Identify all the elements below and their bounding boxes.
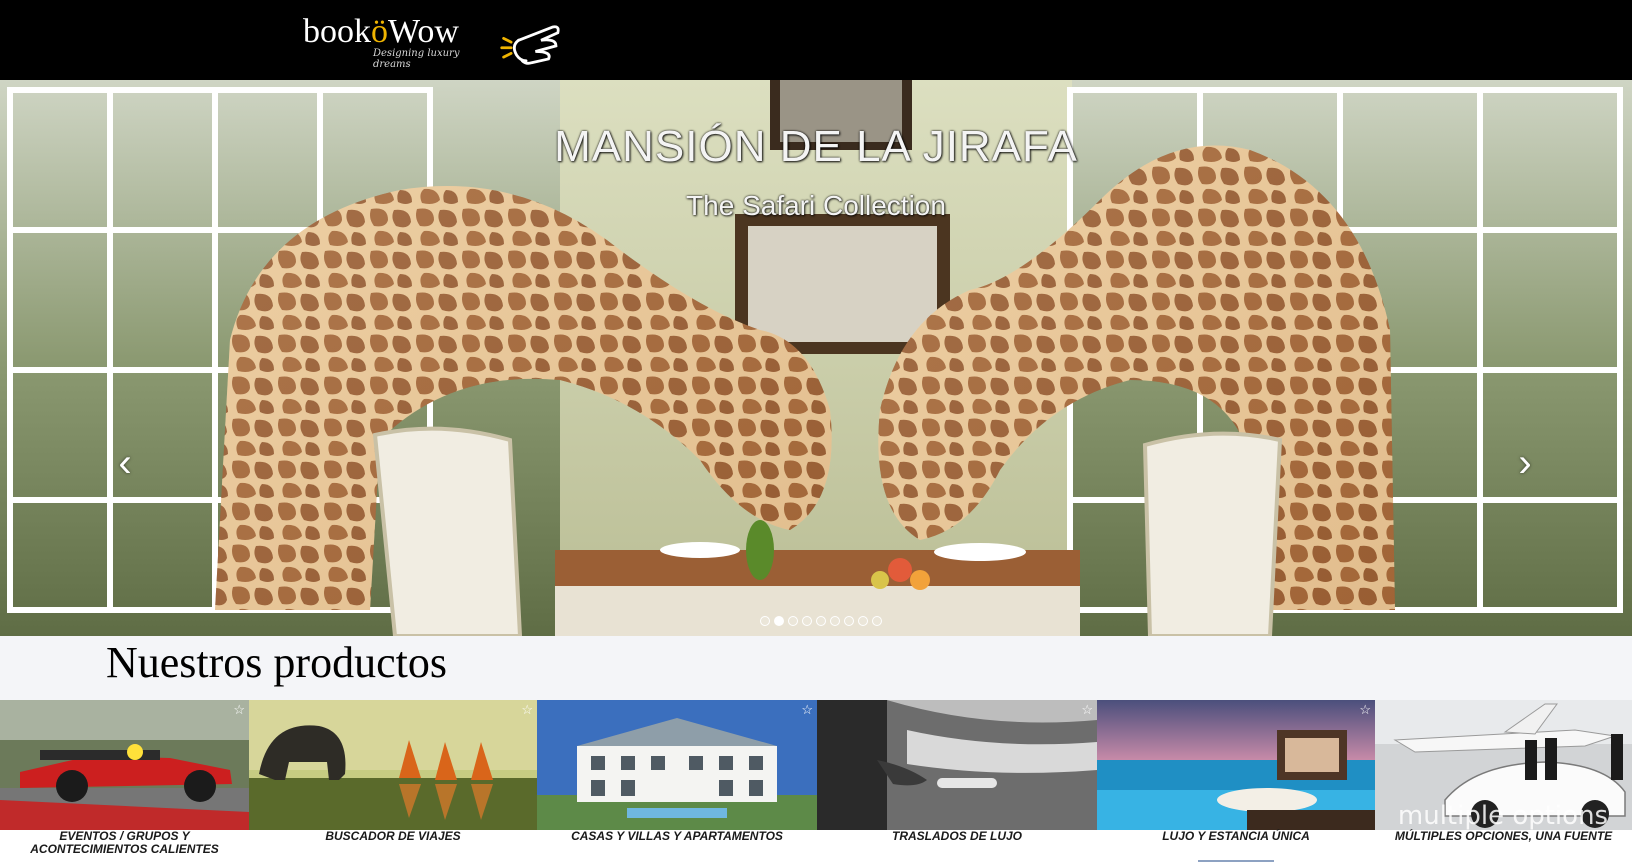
product-label: TRASLADOS DE LUJO: [891, 829, 1022, 843]
favorite-star-icon[interactable]: ☆: [1081, 703, 1093, 716]
villa-image: [537, 700, 817, 830]
favorite-star-icon[interactable]: ☆: [1359, 703, 1371, 716]
product-label: LUJO Y ESTANCIA ÚNICA: [1162, 829, 1310, 843]
slide-indicator-dot[interactable]: [830, 616, 840, 626]
car-door-image: [817, 700, 1097, 830]
logo-end: Wow: [388, 13, 459, 50]
hero-subtitle: The Safari Collection: [686, 190, 946, 221]
top-header: booköWow Designing luxury dreams: [0, 0, 1632, 80]
active-underline: [1198, 860, 1274, 862]
product-label: BUSCADOR DE VIAJES: [325, 829, 461, 843]
product-label: MÚLTIPLES OPCIONES, UNA FUENTE: [1394, 829, 1613, 843]
product-card-travel-search[interactable]: ☆ BUSCADOR DE VIAJES: [249, 700, 537, 864]
slide-indicator-dot[interactable]: [774, 616, 784, 626]
product-label: EVENTOS / GRUPOS Y ACONTECIMIENTOS CALIE…: [30, 829, 219, 856]
slide-indicator-dot[interactable]: [816, 616, 826, 626]
logo-text: booköWow Designing luxury dreams: [303, 14, 488, 71]
product-card-transfers[interactable]: ☆ TRASLADOS DE LUJO: [817, 700, 1097, 864]
slide-indicator-dot[interactable]: [760, 616, 770, 626]
favorite-star-icon[interactable]: ☆: [233, 703, 245, 716]
slide-indicator-dot[interactable]: [802, 616, 812, 626]
slide-indicator-dot[interactable]: [844, 616, 854, 626]
slide-indicator-dot[interactable]: [788, 616, 798, 626]
race-car-image: [0, 700, 249, 830]
multiple-options-overlay: multiple options: [1398, 801, 1608, 830]
logo-tagline: Designing luxury dreams: [373, 48, 460, 70]
hero-slider[interactable]: MANSIÓN DE LA JIRAFA The Safari Collecti…: [0, 80, 1632, 636]
product-card-houses-villas[interactable]: ☆ CASAS Y VILLAS Y APARTAMENTOS: [537, 700, 817, 864]
products-row: ☆ EVENTOS / GRUPOS Y ACONTECIMIENTOS CAL…: [0, 700, 1632, 864]
elephant-monks-image: [249, 700, 537, 830]
logo-main: book: [303, 13, 371, 50]
overwater-bungalow-image: [1097, 700, 1375, 830]
slide-indicator-dot[interactable]: [858, 616, 868, 626]
site-logo[interactable]: booköWow Designing luxury dreams: [303, 14, 563, 70]
slide-indicators: [760, 616, 882, 626]
product-card-events[interactable]: ☆ EVENTOS / GRUPOS Y ACONTECIMIENTOS CAL…: [0, 700, 249, 864]
next-slide-arrow-icon[interactable]: ›: [1505, 443, 1545, 483]
prev-slide-arrow-icon[interactable]: ‹: [105, 443, 145, 483]
slide-indicator-dot[interactable]: [872, 616, 882, 626]
product-card-multiple-options[interactable]: multiple options MÚLTIPLES OPCIONES, UNA…: [1375, 700, 1632, 864]
product-card-unique-stay[interactable]: ☆ LUJO Y ESTANCIA ÚNICA: [1097, 700, 1375, 864]
hand-sparkle-icon: [499, 25, 560, 65]
products-heading: Nuestros productos: [106, 638, 447, 687]
jet-car-image: multiple options: [1375, 700, 1632, 830]
favorite-star-icon[interactable]: ☆: [521, 703, 533, 716]
hero-title: MANSIÓN DE LA JIRAFA: [554, 122, 1078, 171]
favorite-star-icon[interactable]: ☆: [801, 703, 813, 716]
logo-wordmark: booköWow: [303, 14, 488, 50]
product-label: CASAS Y VILLAS Y APARTAMENTOS: [571, 829, 783, 843]
logo-accent: ö: [371, 13, 388, 50]
